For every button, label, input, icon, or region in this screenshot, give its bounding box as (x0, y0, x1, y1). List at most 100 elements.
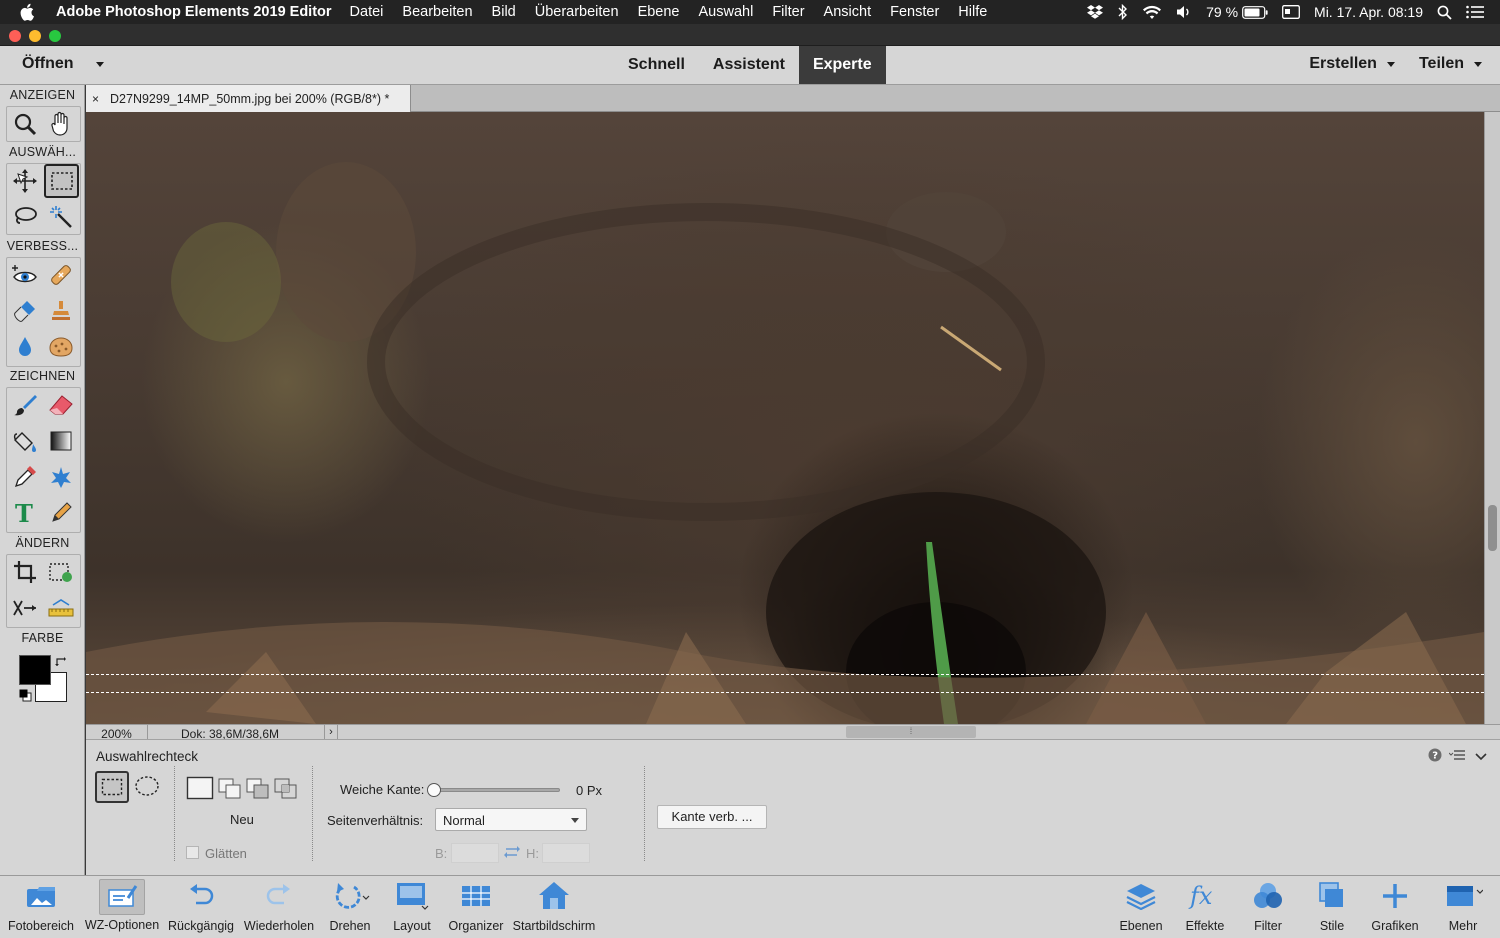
blur-tool-icon[interactable] (9, 331, 41, 363)
foreground-color-swatch[interactable] (19, 655, 51, 685)
minimize-window-button[interactable] (29, 30, 41, 42)
crop-tool-icon[interactable] (9, 556, 41, 588)
menu-hilfe[interactable]: Hilfe (958, 4, 987, 20)
styles-panel-button[interactable]: Stile (1310, 876, 1354, 938)
paint-bucket-icon[interactable] (9, 425, 41, 457)
lasso-tool-icon[interactable] (9, 201, 41, 233)
display-icon[interactable] (1282, 5, 1300, 19)
help-icon[interactable]: ? (1428, 748, 1442, 765)
feather-slider-track[interactable] (427, 783, 560, 797)
options-divider (174, 766, 175, 861)
zoom-level[interactable]: 200% (86, 725, 148, 741)
tab-experte[interactable]: Experte (798, 46, 886, 84)
smooth-label: Glätten (205, 846, 247, 861)
hand-tool-icon[interactable] (45, 108, 77, 140)
photo-bin-label: Fotobereich (7, 919, 74, 933)
new-selection-mode-icon[interactable] (186, 776, 214, 803)
effects-panel-button[interactable]: fx Effekte (1180, 876, 1230, 938)
open-dropdown-icon (95, 61, 104, 67)
volume-icon[interactable] (1176, 5, 1192, 19)
ellipse-marquee-option-icon[interactable] (134, 775, 160, 800)
height-input[interactable] (542, 843, 590, 863)
options-menu-icon[interactable] (1448, 749, 1465, 764)
menu-bild[interactable]: Bild (492, 4, 516, 20)
photo-bin-button[interactable]: Fotobereich (4, 876, 78, 938)
vertical-scroll-thumb[interactable] (1488, 505, 1497, 551)
quick-selection-tool-icon[interactable] (45, 201, 77, 233)
zoom-window-button[interactable] (49, 30, 61, 42)
aspect-ratio-select[interactable]: Normal (435, 808, 587, 831)
swap-colors-icon[interactable] (55, 655, 67, 673)
notification-center-icon[interactable] (1466, 5, 1484, 19)
organizer-button[interactable]: Organizer (445, 876, 507, 938)
document-tab[interactable]: × D27N9299_14MP_50mm.jpg bei 200% (RGB/8… (86, 85, 411, 112)
tab-schnell[interactable]: Schnell (614, 46, 699, 84)
battery-status[interactable]: 79 % (1206, 4, 1268, 20)
menu-datei[interactable]: Datei (350, 4, 384, 20)
close-tab-icon[interactable]: × (92, 92, 99, 106)
refine-edge-button[interactable]: Kante verb. ... (657, 805, 767, 829)
menu-bearbeiten[interactable]: Bearbeiten (402, 4, 472, 20)
redo-button[interactable]: Wiederholen (240, 876, 318, 938)
close-window-button[interactable] (9, 30, 21, 42)
smooth-checkbox[interactable] (186, 846, 199, 859)
home-screen-button[interactable]: Startbildschirm (508, 876, 600, 938)
open-button[interactable]: Öffnen (22, 55, 104, 73)
menu-filter[interactable]: Filter (772, 4, 804, 20)
content-aware-move-icon[interactable] (9, 592, 41, 624)
undo-button[interactable]: Rückgängig (165, 876, 237, 938)
recompose-tool-icon[interactable] (45, 556, 77, 588)
menu-ueberarbeiten[interactable]: Überarbeiten (535, 4, 619, 20)
brush-tool-icon[interactable] (9, 389, 41, 421)
intersect-selection-mode-icon[interactable] (274, 778, 298, 803)
apple-icon[interactable] (0, 3, 56, 21)
default-colors-icon[interactable] (19, 689, 32, 707)
clock[interactable]: Mi. 17. Apr. 08:19 (1314, 4, 1423, 20)
type-tool-icon[interactable]: T (9, 497, 41, 529)
sponge-tool-icon[interactable] (45, 331, 77, 363)
gradient-tool-icon[interactable] (45, 425, 77, 457)
create-menu-button[interactable]: Erstellen (1309, 55, 1395, 73)
status-menu-arrow-icon[interactable]: › (324, 725, 338, 740)
pencil-tool-icon[interactable] (45, 497, 77, 529)
rectangle-marquee-option-icon[interactable] (95, 771, 129, 803)
menu-auswahl[interactable]: Auswahl (699, 4, 754, 20)
menu-ebene[interactable]: Ebene (638, 4, 680, 20)
red-eye-tool-icon[interactable] (9, 259, 41, 291)
width-input[interactable] (451, 843, 499, 863)
subtract-selection-mode-icon[interactable] (246, 778, 270, 803)
layers-panel-button[interactable]: Ebenen (1115, 876, 1167, 938)
menu-fenster[interactable]: Fenster (890, 4, 939, 20)
tool-options-button[interactable]: WZ-Optionen (80, 876, 164, 938)
zoom-tool-icon[interactable] (9, 108, 41, 140)
layout-button[interactable]: Layout (389, 876, 435, 938)
smart-brush-icon[interactable] (9, 295, 41, 327)
swap-width-height-icon[interactable] (504, 845, 520, 862)
spot-healing-brush-icon[interactable] (45, 259, 77, 291)
image-canvas[interactable] (86, 112, 1484, 724)
add-selection-mode-icon[interactable] (218, 778, 242, 803)
custom-shape-tool-icon[interactable] (45, 461, 77, 493)
eraser-tool-icon[interactable] (45, 389, 77, 421)
graphics-panel-button[interactable]: Grafiken (1366, 876, 1424, 938)
wifi-icon[interactable] (1142, 5, 1162, 20)
move-tool-icon[interactable] (9, 165, 41, 197)
app-name-menu[interactable]: Adobe Photoshop Elements 2019 Editor (56, 4, 332, 20)
dropbox-icon[interactable] (1086, 4, 1104, 20)
horizontal-scroll-thumb[interactable]: ⁞ (846, 726, 976, 738)
feather-slider-thumb[interactable] (427, 783, 441, 797)
filter-panel-button[interactable]: Filter (1244, 876, 1292, 938)
collapse-panel-chevron-icon[interactable] (1475, 749, 1487, 764)
more-panel-button[interactable]: Mehr (1438, 876, 1488, 938)
rectangular-marquee-tool-icon[interactable] (44, 164, 79, 198)
spotlight-search-icon[interactable] (1437, 5, 1452, 20)
straighten-tool-icon[interactable] (45, 592, 77, 624)
menu-ansicht[interactable]: Ansicht (824, 4, 872, 20)
eyedropper-icon[interactable] (9, 461, 41, 493)
vertical-scrollbar[interactable] (1484, 112, 1500, 724)
clone-stamp-icon[interactable] (45, 295, 77, 327)
rotate-button[interactable]: Drehen (324, 876, 376, 938)
bluetooth-icon[interactable] (1118, 4, 1128, 20)
share-menu-button[interactable]: Teilen (1419, 55, 1482, 73)
tab-assistent[interactable]: Assistent (699, 46, 799, 84)
